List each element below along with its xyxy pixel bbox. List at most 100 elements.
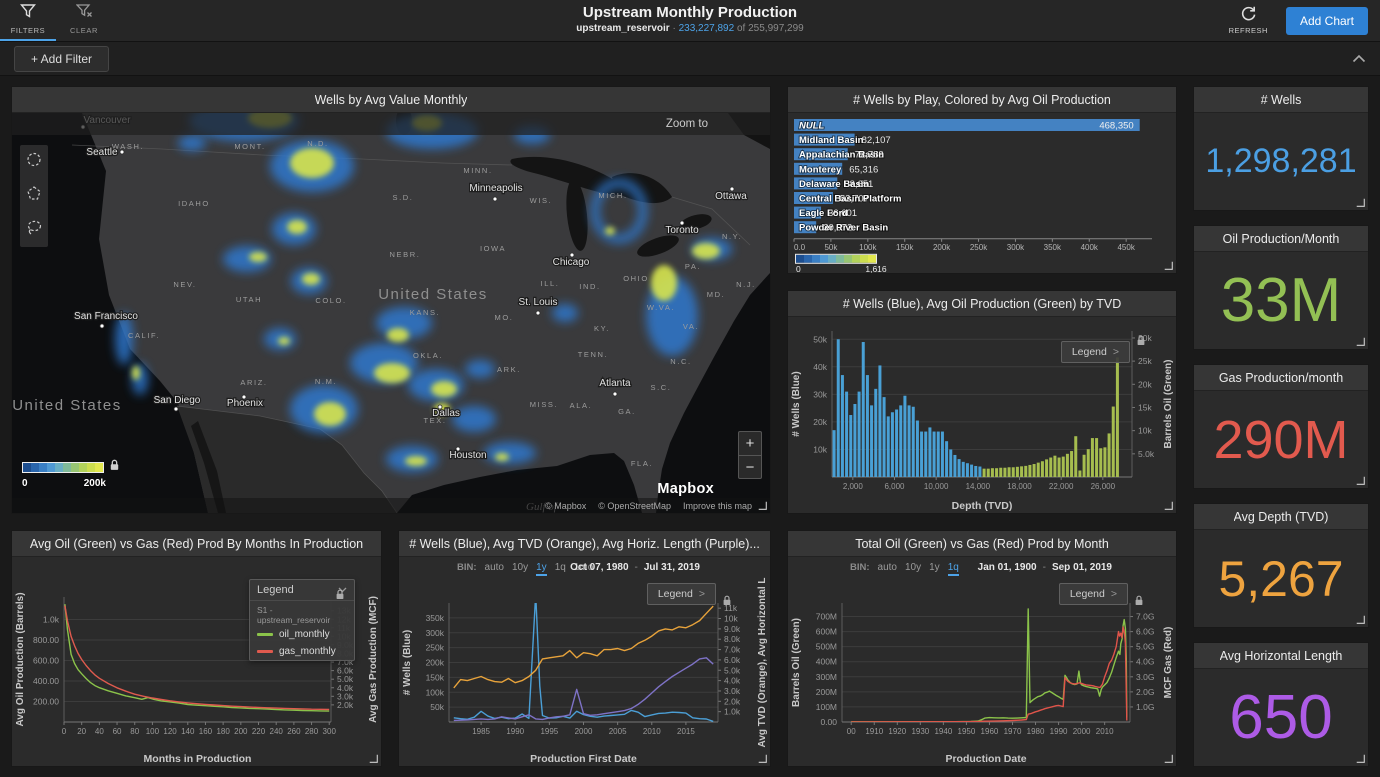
bin-option-1q[interactable]: 1q	[555, 562, 566, 574]
kpi-title: Oil Production/Month	[1223, 232, 1340, 246]
bin-option-1y[interactable]: 1y	[929, 562, 940, 574]
svg-text:ALA.: ALA.	[570, 401, 593, 410]
add-filter-button[interactable]: + Add Filter	[14, 46, 109, 72]
svg-text:5.0G: 5.0G	[1136, 642, 1154, 652]
range-to: Sep 01, 2019	[1052, 562, 1112, 573]
total-production-chart[interactable]: 0.00100M200M300M400M500M600M700M1.0G2.0G…	[788, 557, 1176, 766]
resize-handle-icon[interactable]	[1356, 615, 1365, 624]
kpi-card-oil-production: Oil Production/Month 33M	[1193, 225, 1369, 350]
legend-lock-icon[interactable]	[109, 458, 120, 476]
svg-text:30k: 30k	[813, 389, 827, 399]
axis-lock-icon[interactable]	[722, 593, 732, 611]
resize-handle-icon[interactable]	[1356, 476, 1365, 485]
resize-handle-icon[interactable]	[1164, 261, 1173, 270]
mapbox-logo[interactable]: Mapbox	[657, 481, 714, 497]
legend-entry[interactable]: gas_monthly	[250, 643, 354, 660]
svg-text:300: 300	[323, 727, 337, 736]
svg-text:468,350: 468,350	[1099, 121, 1133, 132]
map-panel-title: Wells by Avg Value Monthly	[315, 93, 468, 107]
decline-chart[interactable]: 200.00400.00600.00800.001.0k2.0k3.0k4.0k…	[12, 557, 381, 766]
add-chart-button[interactable]: Add Chart	[1286, 7, 1368, 35]
radius-select-icon[interactable]	[25, 151, 43, 173]
tvd-histogram-chart[interactable]: 10k20k30k40k50k5.0k10k15k20k25k30k2,0006…	[788, 317, 1176, 513]
legend-toggle-button[interactable]: Legend>	[647, 583, 716, 605]
svg-text:4.0k: 4.0k	[724, 676, 741, 686]
axis-lock-icon[interactable]	[1136, 333, 1146, 351]
attrib-improve-link[interactable]: Improve this map	[683, 501, 752, 511]
zoom-to-button[interactable]: Zoom to	[12, 113, 770, 135]
axis-lock-icon[interactable]	[335, 587, 345, 605]
date-range[interactable]: Oct 07, 1980-Jul 31, 2019	[570, 562, 700, 573]
resize-handle-icon[interactable]	[1164, 501, 1173, 510]
svg-text:S.D.: S.D.	[393, 193, 414, 202]
date-range[interactable]: Jan 01, 1900-Sep 01, 2019	[978, 562, 1112, 573]
wells-by-play-chart[interactable]: NULL468,350Midland Basin82,107Appalachia…	[788, 113, 1176, 273]
svg-text:1950: 1950	[958, 727, 976, 736]
filter-bar: + Add Filter	[0, 42, 1380, 76]
svg-text:KY.: KY.	[594, 324, 610, 333]
svg-text:2.0k: 2.0k	[337, 700, 354, 710]
svg-text:MD.: MD.	[707, 290, 726, 299]
collapse-filterbar-icon[interactable]	[1352, 50, 1366, 68]
resize-handle-icon[interactable]	[1164, 754, 1173, 763]
clear-funnel-icon	[76, 4, 93, 23]
kpi-value: 5,267	[1194, 530, 1368, 627]
map-canvas[interactable]: United StatesUnited StatesGulf ofWASH.MO…	[12, 113, 770, 513]
refresh-button[interactable]: REFRESH	[1229, 6, 1268, 35]
bin-option-auto[interactable]: auto	[878, 562, 897, 574]
svg-text:1930: 1930	[911, 727, 929, 736]
bin-option-1y[interactable]: 1y	[536, 562, 547, 576]
lasso-select-icon[interactable]	[25, 219, 43, 241]
svg-text:Depth (TVD): Depth (TVD)	[952, 500, 1013, 512]
svg-text:United States: United States	[378, 286, 488, 303]
bin-selector: BIN:auto10y1y1q	[850, 562, 959, 576]
svg-text:4.0G: 4.0G	[1136, 657, 1154, 667]
attrib-mapbox-link[interactable]: © Mapbox	[545, 501, 586, 511]
svg-text:25k: 25k	[1138, 356, 1152, 366]
svg-text:52,707: 52,707	[840, 194, 869, 205]
header-tabs: FILTERS CLEAR	[0, 0, 112, 41]
legend-toggle-button[interactable]: Legend>	[1059, 583, 1128, 605]
resize-handle-icon[interactable]	[1356, 754, 1365, 763]
resize-handle-icon[interactable]	[758, 754, 767, 763]
svg-text:400M: 400M	[816, 657, 837, 667]
resize-handle-icon[interactable]	[1356, 337, 1365, 346]
map-legend-max: 200k	[84, 478, 106, 489]
decline-panel-header: Avg Oil (Green) vs Gas (Red) Prod By Mon…	[12, 531, 381, 557]
map-zoom-controls: + −	[738, 431, 762, 479]
record-count-current[interactable]: 233,227,892	[679, 23, 735, 34]
timeline-chart[interactable]: 50k100k150k200k250k300k350k1.0k2.0k3.0k4…	[399, 557, 770, 766]
svg-text:5.0k: 5.0k	[337, 674, 354, 684]
bin-option-10y[interactable]: 10y	[512, 562, 528, 574]
bin-option-auto[interactable]: auto	[485, 562, 504, 574]
tab-filters[interactable]: FILTERS	[0, 0, 56, 41]
axis-lock-icon[interactable]	[1134, 593, 1144, 611]
svg-text:7.0k: 7.0k	[724, 645, 741, 655]
svg-text:IND.: IND.	[579, 282, 600, 291]
legend-toggle-button[interactable]: Legend>	[1061, 341, 1130, 363]
svg-text:NULL: NULL	[799, 121, 825, 132]
svg-text:280: 280	[305, 727, 319, 736]
bin-option-10y[interactable]: 10y	[905, 562, 921, 574]
svg-text:26,000: 26,000	[1091, 482, 1116, 491]
svg-text:1990: 1990	[1050, 727, 1068, 736]
resize-handle-icon[interactable]	[369, 754, 378, 763]
svg-text:N.J.: N.J.	[736, 280, 756, 289]
attrib-osm-link[interactable]: © OpenStreetMap	[598, 501, 671, 511]
svg-text:1990: 1990	[506, 727, 524, 736]
tab-clear-filters[interactable]: CLEAR	[56, 0, 112, 41]
map-zoom-out-button[interactable]: −	[738, 455, 762, 479]
svg-text:600M: 600M	[816, 627, 837, 637]
map-zoom-in-button[interactable]: +	[738, 431, 762, 455]
bin-option-1q[interactable]: 1q	[948, 562, 959, 576]
svg-text:200M: 200M	[816, 687, 837, 697]
kpi-title: # Wells	[1261, 93, 1302, 107]
polygon-select-icon[interactable]	[25, 185, 43, 207]
svg-text:50k: 50k	[813, 334, 827, 344]
resize-handle-icon[interactable]	[758, 501, 767, 510]
svg-text:IDAHO: IDAHO	[178, 199, 210, 208]
legend-entry[interactable]: oil_monthly	[250, 626, 354, 643]
range-separator: -	[1043, 562, 1046, 573]
resize-handle-icon[interactable]	[1356, 198, 1365, 207]
svg-text:N.Y.: N.Y.	[722, 232, 742, 241]
